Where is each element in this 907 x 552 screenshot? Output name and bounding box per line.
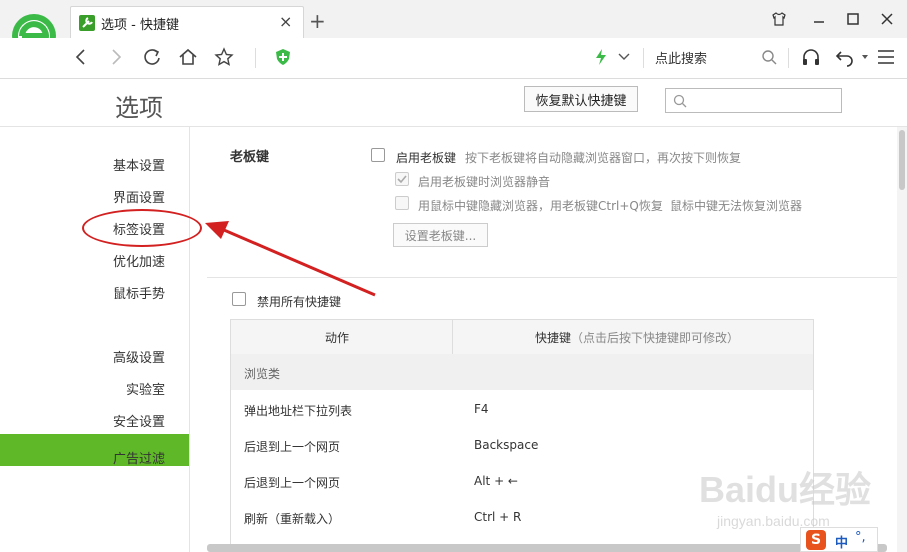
sidebar-item-interface[interactable]: 界面设置: [113, 187, 165, 206]
row-action: 弹出地址栏下拉列表: [244, 404, 353, 418]
row-action: 后退到上一个网页: [244, 440, 341, 454]
options-search-input[interactable]: [665, 88, 842, 113]
toolbar-divider: [255, 48, 256, 68]
checkmark-icon: [397, 175, 407, 184]
minimize-icon[interactable]: [808, 8, 830, 30]
enable-boss-key-hint: 按下老板键将自动隐藏浏览器窗口，再次按下则恢复: [465, 151, 742, 165]
maximize-icon[interactable]: [842, 8, 864, 30]
group-label: 浏览类: [244, 367, 281, 381]
page-title: 选项: [115, 94, 163, 122]
mute-on-boss-key-checkbox[interactable]: [395, 172, 409, 186]
search-icon[interactable]: [756, 44, 782, 70]
row-action: 后退到上一个网页: [244, 476, 341, 490]
security-shield-icon[interactable]: [270, 44, 296, 70]
wrench-icon: [79, 15, 95, 31]
annotation-ellipse: [82, 209, 202, 247]
column-header-action: 动作: [325, 331, 350, 345]
mute-on-boss-key-label[interactable]: 启用老板键时浏览器静音: [418, 173, 550, 190]
home-icon[interactable]: [175, 44, 201, 70]
headphones-icon[interactable]: [798, 44, 824, 70]
annotation-arrow-icon: [205, 221, 376, 297]
skin-icon[interactable]: [768, 8, 790, 30]
sidebar-item-acceleration[interactable]: 优化加速: [113, 251, 165, 270]
boss-key-section-title: 老板键: [230, 150, 270, 165]
browser-chrome: 选项 - 快捷键 × + 点此搜索: [0, 0, 907, 79]
ime-punct-label: °,: [855, 530, 866, 545]
search-hint-text[interactable]: 点此搜索: [655, 48, 707, 67]
refresh-icon[interactable]: [139, 44, 165, 70]
row-shortcut[interactable]: Ctrl + R: [474, 510, 521, 524]
search-icon: [673, 94, 687, 108]
row-action: 刷新（重新载入）: [244, 512, 341, 526]
horizontal-scrollbar[interactable]: [207, 544, 887, 552]
enable-boss-key-checkbox[interactable]: [371, 148, 385, 162]
enable-boss-key-label[interactable]: 启用老板键: [396, 149, 456, 166]
set-boss-key-button[interactable]: 设置老板键...: [393, 223, 488, 247]
new-tab-button[interactable]: +: [309, 11, 326, 31]
options-sidebar: 基本设置 界面设置 标签设置 优化加速 鼠标手势 快捷键 高级设置 实验室 安全…: [0, 127, 190, 552]
sidebar-item-mouse-gestures[interactable]: 鼠标手势: [113, 283, 165, 302]
middle-click-hide-checkbox[interactable]: [395, 196, 409, 210]
toolbar-divider: [643, 48, 644, 68]
table-row[interactable]: 后退到上一个网页 Backspace: [231, 426, 813, 462]
vertical-scrollbar[interactable]: [897, 127, 907, 552]
ime-indicator[interactable]: S 中 °,: [800, 527, 878, 552]
tab-options[interactable]: 选项 - 快捷键 ×: [70, 6, 304, 39]
middle-click-hide-label[interactable]: 用鼠标中键隐藏浏览器，用老板键Ctrl+Q恢复: [418, 197, 663, 214]
row-shortcut[interactable]: F4: [474, 402, 489, 416]
tab-title: 选项 - 快捷键: [101, 18, 179, 33]
back-icon[interactable]: [68, 44, 94, 70]
menu-icon[interactable]: [873, 44, 899, 70]
chevron-down-icon[interactable]: [611, 44, 637, 70]
sidebar-item-basic[interactable]: 基本设置: [113, 155, 165, 174]
table-row[interactable]: 弹出地址栏下拉列表 F4: [231, 390, 813, 426]
sidebar-item-lab[interactable]: 实验室: [126, 379, 165, 398]
table-header: 动作 快捷键 （点击后按下快捷键即可修改）: [231, 320, 813, 355]
vertical-scrollbar-thumb[interactable]: [899, 130, 905, 190]
sidebar-item-security[interactable]: 安全设置: [113, 411, 165, 430]
navigation-bar: 点此搜索: [0, 38, 907, 78]
forward-icon[interactable]: [103, 44, 129, 70]
sidebar-item-advanced[interactable]: 高级设置: [113, 347, 165, 366]
close-window-icon[interactable]: [876, 8, 898, 30]
sogou-ime-icon: S: [806, 530, 826, 550]
ime-mode-label: 中: [835, 536, 849, 551]
table-group-row: 浏览类: [231, 354, 813, 390]
restore-default-shortcuts-button[interactable]: 恢复默认快捷键: [524, 86, 638, 112]
toolbar-divider: [788, 48, 789, 68]
close-tab-icon[interactable]: ×: [279, 12, 292, 31]
baidu-watermark: Baidu经验 jingyan.baidu.com: [699, 469, 871, 529]
sidebar-item-shortcuts[interactable]: 快捷键: [126, 315, 165, 334]
column-header-shortcut-hint: （点击后按下快捷键即可修改）: [571, 331, 740, 345]
column-divider: [452, 320, 453, 354]
row-shortcut[interactable]: Alt + ←: [474, 474, 518, 488]
row-shortcut[interactable]: Backspace: [474, 438, 538, 452]
middle-click-hide-hint: 鼠标中键无法恢复浏览器: [670, 199, 803, 213]
watermark-brand: Baidu经验: [699, 469, 871, 510]
sidebar-item-ad-filter[interactable]: 广告过滤: [113, 448, 165, 467]
column-header-shortcut: 快捷键: [535, 331, 572, 345]
star-icon[interactable]: [211, 44, 237, 70]
